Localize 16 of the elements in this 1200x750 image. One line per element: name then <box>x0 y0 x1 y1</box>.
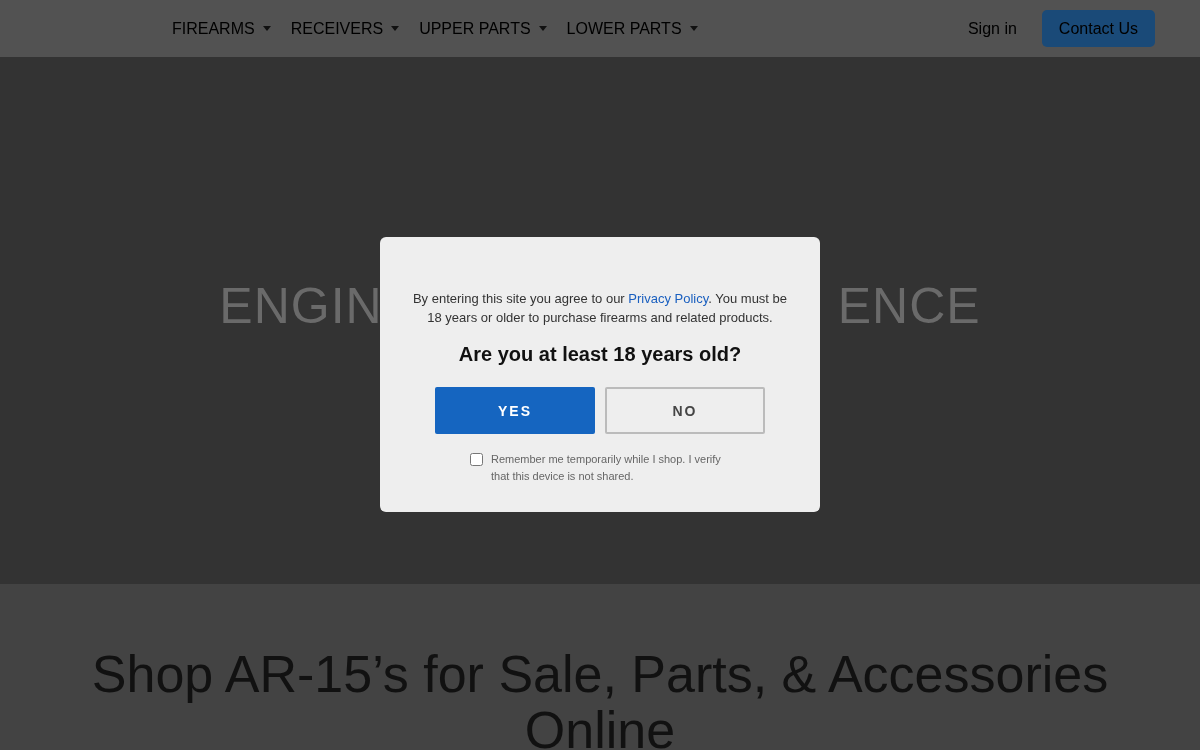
nav-menu-item[interactable]: UPPER PARTS <box>419 19 547 38</box>
sign-in-link[interactable]: Sign in <box>967 19 1017 38</box>
remember-checkbox[interactable] <box>470 453 483 466</box>
caret-icon <box>391 26 400 31</box>
caret-icon <box>538 26 547 31</box>
dialog-question: Are you at least 18 years old? <box>458 343 742 366</box>
nav-menu-item[interactable]: LOWER PARTS <box>566 19 698 38</box>
yes-button[interactable]: YES <box>435 387 595 434</box>
notice-text: By entering this site you agree to our Privacy Policy. You must be 18 years or older to purchase firearms and related products. <box>411 290 789 327</box>
caret-icon <box>262 26 271 31</box>
no-button[interactable]: NO <box>605 387 765 434</box>
nav-menu-item[interactable]: FIREARMS <box>172 19 271 38</box>
contact-button[interactable]: Contact Us <box>1041 10 1155 47</box>
remember-label: Remember me temporarily while I shop. I verify that this device is not shared. <box>491 452 722 484</box>
caret-icon <box>689 26 698 31</box>
nav-menu-item[interactable]: RECEIVERS <box>290 19 400 38</box>
